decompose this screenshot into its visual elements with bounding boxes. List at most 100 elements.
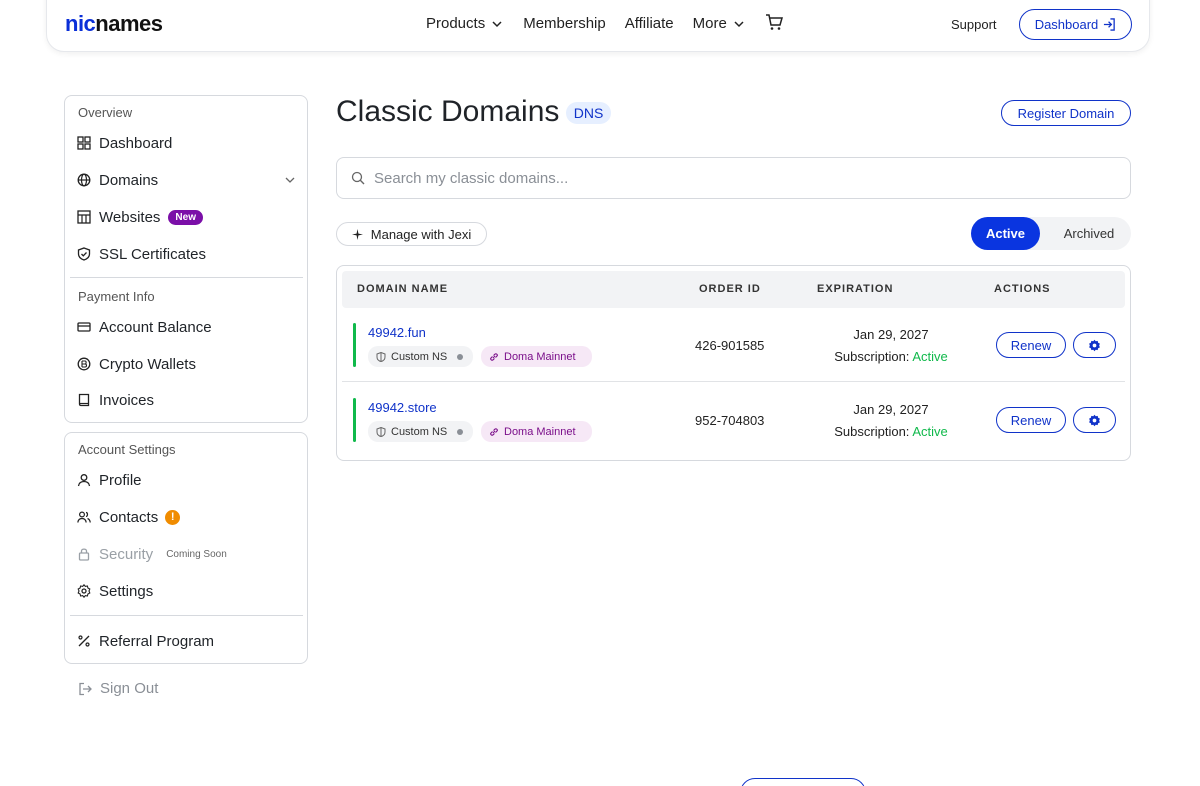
coming-soon-tag: Coming Soon xyxy=(166,548,227,560)
logo-text: names xyxy=(95,11,163,36)
register-domain-button[interactable]: Register Domain xyxy=(1001,100,1131,126)
table-header: DOMAIN NAME ORDER ID EXPIRATION ACTIONS xyxy=(342,271,1125,308)
grid-icon xyxy=(77,136,91,150)
sign-out-link[interactable]: Sign Out xyxy=(78,680,158,697)
shield-icon xyxy=(376,426,386,437)
order-id: 426-901585 xyxy=(695,338,765,353)
sidebar-item-label: Account Balance xyxy=(99,318,212,336)
sidebar-item-label: Profile xyxy=(99,471,142,489)
contacts-icon xyxy=(77,511,91,523)
sidebar-item-label: Domains xyxy=(99,171,159,189)
nav-more[interactable]: More xyxy=(693,15,746,32)
nav-affiliate[interactable]: Affiliate xyxy=(625,15,674,32)
col-order-id[interactable]: ORDER ID xyxy=(699,283,761,295)
doma-mainnet-chip: Doma Mainnet xyxy=(481,421,592,442)
dashboard-button-label: Dashboard xyxy=(1034,17,1099,32)
domain-settings-button[interactable] xyxy=(1073,407,1116,433)
sidebar-item-label: Crypto Wallets xyxy=(99,355,196,373)
section-account-settings: Account Settings xyxy=(78,442,176,457)
custom-ns-chip: Custom NS xyxy=(368,346,473,367)
nav-more-label: More xyxy=(692,15,727,32)
table-row: 49942.fun Custom NS Doma Mainnet 426-901… xyxy=(342,308,1125,382)
manage-with-jexi-button[interactable]: Manage with Jexi xyxy=(336,222,487,246)
support-link[interactable]: Support xyxy=(951,17,997,32)
logo-mark: nic xyxy=(65,11,96,36)
sidebar-item-invoices[interactable]: Invoices xyxy=(77,389,154,411)
sidebar-item-contacts[interactable]: Contacts ! xyxy=(77,506,181,528)
col-domain-name[interactable]: DOMAIN NAME xyxy=(357,283,448,295)
sidebar-item-dashboard[interactable]: Dashboard xyxy=(77,132,172,154)
link-icon xyxy=(490,352,498,361)
info-dot-icon[interactable] xyxy=(457,353,464,360)
search-icon xyxy=(351,171,365,185)
expiration-date: Jan 29, 2027 xyxy=(853,327,929,342)
sidebar-item-label: Contacts xyxy=(99,508,159,526)
percent-icon xyxy=(78,635,90,647)
card-icon xyxy=(77,322,91,332)
nav-products[interactable]: Products xyxy=(426,15,504,32)
table-row: 49942.store Custom NS Doma Mainnet 952-7… xyxy=(342,383,1125,457)
chevron-down-icon xyxy=(734,20,744,27)
sidebar-item-websites[interactable]: Websites New xyxy=(77,206,203,228)
dashboard-button[interactable]: Dashboard xyxy=(1019,9,1132,40)
search-input[interactable] xyxy=(374,169,1074,187)
logo[interactable]: nicnames xyxy=(65,11,163,37)
sidebar-item-domains[interactable]: Domains xyxy=(77,169,299,191)
link-icon xyxy=(490,427,498,436)
sidebar-divider xyxy=(70,277,303,278)
info-dot-icon[interactable] xyxy=(457,428,464,435)
sidebar-item-label: Security xyxy=(99,545,154,563)
sign-in-icon xyxy=(1104,18,1116,31)
subscription-status: Subscription: Active xyxy=(787,349,995,364)
dns-badge: DNS xyxy=(566,102,611,124)
page-title: Classic Domains xyxy=(336,95,560,128)
coin-icon xyxy=(77,357,91,371)
sign-out-label: Sign Out xyxy=(100,680,159,697)
doma-mainnet-chip: Doma Mainnet xyxy=(481,346,592,367)
domain-link[interactable]: 49942.fun xyxy=(368,325,426,340)
sidebar-item-label: Settings xyxy=(99,582,154,600)
domain-settings-button[interactable] xyxy=(1073,332,1116,358)
status-filter: Active Archived xyxy=(971,217,1131,250)
section-payment: Payment Info xyxy=(78,289,155,304)
renew-button[interactable]: Renew xyxy=(996,407,1066,433)
domain-link[interactable]: 49942.store xyxy=(368,400,437,415)
order-id: 952-704803 xyxy=(695,413,765,428)
sidebar-item-profile[interactable]: Profile xyxy=(77,469,142,491)
sidebar-item-label: Websites xyxy=(99,208,161,226)
gear-icon xyxy=(77,584,91,598)
chip-label: Doma Mainnet xyxy=(504,425,576,438)
filter-archived-tab[interactable]: Archived xyxy=(1047,217,1131,250)
sidebar-item-referral[interactable]: Referral Program xyxy=(77,630,214,652)
top-navbar: nicnames Products Membership Affiliate M… xyxy=(46,0,1150,52)
subscription-label: Subscription: xyxy=(834,349,910,364)
sidebar-item-security: Security Coming Soon xyxy=(77,543,227,565)
renew-button[interactable]: Renew xyxy=(996,332,1066,358)
nav-products-label: Products xyxy=(426,15,486,32)
nav-membership[interactable]: Membership xyxy=(523,15,606,32)
main-nav: Products Membership Affiliate More xyxy=(426,13,783,32)
domains-table: DOMAIN NAME ORDER ID EXPIRATION ACTIONS … xyxy=(336,265,1131,461)
sidebar-item-crypto-wallets[interactable]: Crypto Wallets xyxy=(77,353,196,375)
cart-icon[interactable] xyxy=(765,13,783,31)
chip-label: Custom NS xyxy=(391,425,448,438)
col-expiration[interactable]: EXPIRATION xyxy=(817,283,893,295)
gear-icon xyxy=(1089,414,1100,426)
chevron-down-icon[interactable] xyxy=(283,173,297,187)
sidebar-item-settings[interactable]: Settings xyxy=(77,580,153,602)
filter-active-tab[interactable]: Active xyxy=(971,217,1040,250)
sidebar-item-account-balance[interactable]: Account Balance xyxy=(77,316,212,338)
search-box[interactable] xyxy=(336,157,1131,199)
section-overview: Overview xyxy=(78,105,133,120)
book-icon xyxy=(78,393,90,407)
lock-icon xyxy=(78,548,90,561)
sparkle-icon xyxy=(351,228,363,240)
chip-label: Doma Mainnet xyxy=(504,350,576,363)
layout-icon xyxy=(77,210,91,224)
floating-button[interactable] xyxy=(740,778,866,786)
sidebar-item-ssl[interactable]: SSL Certificates xyxy=(77,243,206,265)
status-indicator xyxy=(353,323,356,367)
chevron-down-icon xyxy=(492,20,502,27)
sidebar-item-label: SSL Certificates xyxy=(99,245,206,263)
sidebar-main-card: Overview Dashboard Domains Websites New … xyxy=(64,95,308,423)
